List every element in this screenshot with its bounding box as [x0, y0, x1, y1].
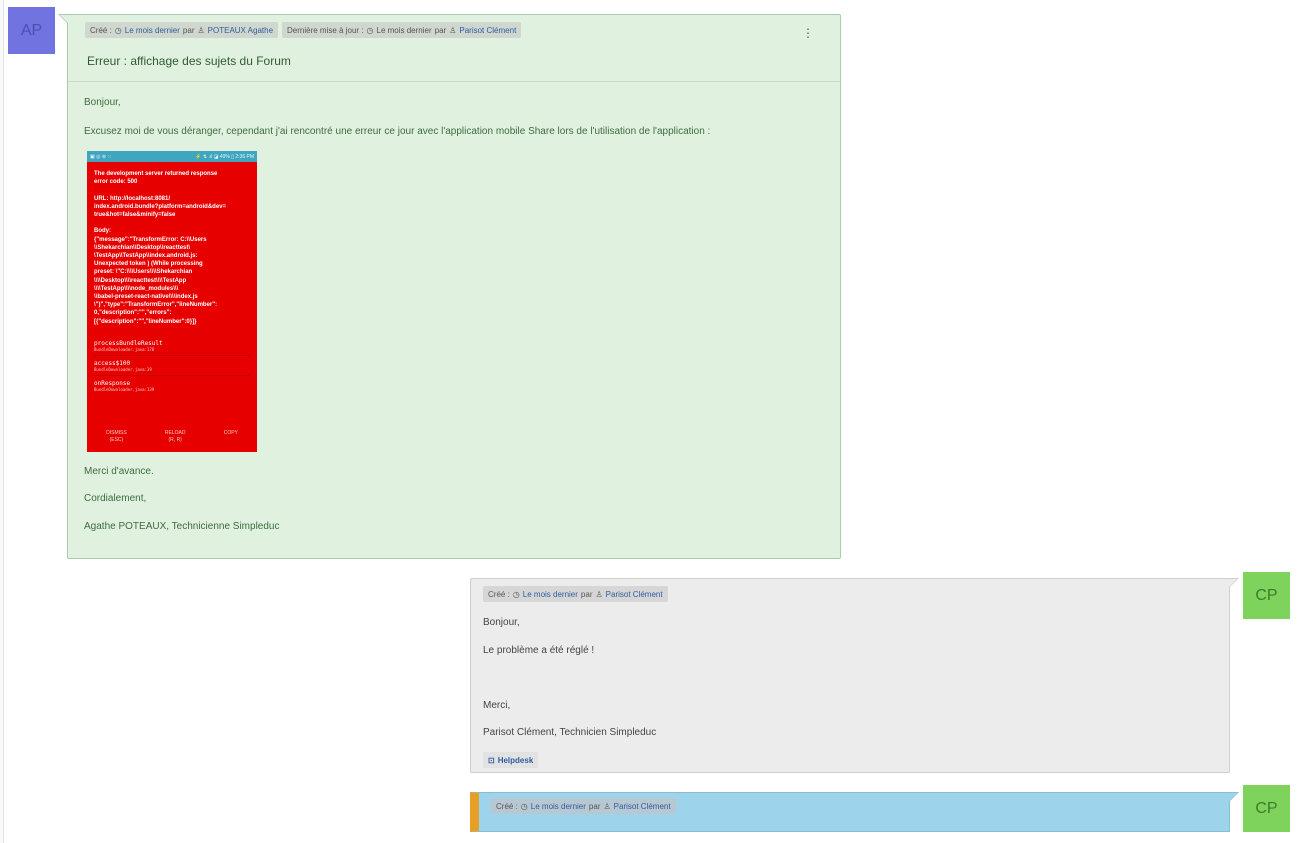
reload-label: RELOAD: [164, 430, 186, 436]
message-signature: Agathe POTEAUX, Technicienne Simpleduc: [84, 521, 280, 532]
created-label: Créé :: [496, 801, 518, 811]
stack-item: access$100 BundleDownloader.java:39: [94, 354, 250, 375]
message-followup-original: Créé : ◷ Le mois dernier par ♙ POTEAUX A…: [58, 14, 841, 559]
message-closing: Cordialement,: [84, 493, 147, 504]
stack-item: onResponse BundleDownloader.java:139: [94, 374, 250, 395]
user-icon: ♙: [603, 801, 611, 811]
created-date-link[interactable]: Le mois dernier: [531, 802, 586, 811]
bubble-tail-inner: [1229, 793, 1237, 801]
stack-location: BundleDownloader.java:39: [94, 366, 152, 372]
phone-actions: DISMISS (ESC) RELOAD (R, R) COPY: [87, 430, 257, 444]
created-date-link[interactable]: Le mois dernier: [523, 590, 578, 599]
editor-link[interactable]: Parisot Clément: [459, 26, 516, 35]
avatar-author-cp: CP: [1243, 785, 1290, 832]
created-by-prefix: par: [588, 801, 601, 811]
user-icon: ♙: [197, 25, 205, 35]
updated-date: Le mois dernier: [376, 25, 432, 35]
avatar-author-ap: AP: [8, 7, 55, 54]
updated-label: Dernière mise à jour :: [287, 25, 364, 35]
created-date-link[interactable]: Le mois dernier: [125, 26, 180, 35]
stack-function: onResponse: [94, 379, 131, 387]
created-label: Créé :: [488, 589, 510, 599]
message-meta: Créé : ◷ Le mois dernier par ♙ POTEAUX A…: [85, 22, 522, 38]
reply-greeting: Bonjour,: [483, 617, 520, 628]
reload-key: (R, R): [168, 437, 182, 443]
stack-function: processBundleResult: [94, 339, 163, 347]
message-followup-reply: Créé : ◷ Le mois dernier par ♙ Parisot C…: [470, 578, 1239, 773]
more-actions-icon[interactable]: ⋮: [802, 27, 814, 39]
updated-by-prefix: par: [434, 25, 447, 35]
left-rail: [0, 0, 4, 843]
updated-badge: Dernière mise à jour : ◷ Le mois dernier…: [282, 22, 522, 38]
clock-icon: ◷: [512, 589, 520, 599]
reply-signature: Parisot Clément, Technicien Simpleduc: [483, 727, 657, 738]
clock-icon: ◷: [366, 25, 374, 35]
message-thanks: Merci d'avance.: [84, 466, 154, 477]
reload-action: RELOAD (R, R): [165, 430, 186, 444]
message-meta: Créé : ◷ Le mois dernier par ♙ Parisot C…: [483, 586, 668, 602]
message-meta: Créé : ◷ Le mois dernier par ♙ Parisot C…: [491, 798, 676, 814]
stack-location: BundleDownloader.java:178: [94, 346, 155, 352]
stack-trace: processBundleResult BundleDownloader.jav…: [87, 336, 257, 395]
inbox-icon: ⊡: [488, 755, 495, 765]
user-icon: ♙: [595, 589, 603, 599]
author-link[interactable]: Parisot Clément: [614, 802, 671, 811]
message-greeting: Bonjour,: [84, 97, 121, 108]
source-badge-helpdesk: ⊡ Helpdesk: [483, 752, 539, 768]
author-link[interactable]: POTEAUX Agathe: [208, 26, 273, 35]
reply-line: Le problème a été réglé !: [483, 645, 595, 656]
status-icons-right: ⚡ ⇅ .ıl ◪ 49% ▯ 2:36 PM: [195, 153, 254, 160]
phone-status-bar: ▣ ◎ ⊚ ⁙ ⚡ ⇅ .ıl ◪ 49% ▯ 2:36 PM: [87, 151, 257, 162]
reply-thanks: Merci,: [483, 700, 511, 711]
dismiss-key: (ESC): [109, 437, 124, 443]
stack-function: access$100: [94, 359, 131, 367]
created-badge: Créé : ◷ Le mois dernier par ♙ POTEAUX A…: [85, 22, 279, 38]
message-followup-task: Créé : ◷ Le mois dernier par ♙ Parisot C…: [470, 792, 1239, 832]
author-link[interactable]: Parisot Clément: [606, 590, 663, 599]
title-divider: [68, 81, 840, 82]
created-label: Créé :: [90, 25, 112, 35]
dismiss-label: DISMISS: [106, 430, 127, 436]
bubble-tail-inner: [1229, 579, 1237, 587]
bubble-tail-inner: [60, 15, 68, 23]
copy-action: COPY: [224, 430, 238, 444]
error-screenshot-image[interactable]: ▣ ◎ ⊚ ⁙ ⚡ ⇅ .ıl ◪ 49% ▯ 2:36 PM The deve…: [87, 151, 257, 452]
created-by-prefix: par: [182, 25, 195, 35]
source-label: Helpdesk: [497, 755, 534, 765]
created-by-prefix: par: [580, 589, 593, 599]
status-icons-left: ▣ ◎ ⊚ ⁙: [90, 153, 112, 160]
user-icon: ♙: [449, 25, 457, 35]
ticket-title: Erreur : affichage des sujets du Forum: [87, 54, 291, 68]
stack-item: processBundleResult BundleDownloader.jav…: [94, 336, 250, 355]
avatar-author-cp: CP: [1243, 572, 1290, 619]
clock-icon: ◷: [520, 801, 528, 811]
created-badge: Créé : ◷ Le mois dernier par ♙ Parisot C…: [483, 586, 668, 602]
created-badge: Créé : ◷ Le mois dernier par ♙ Parisot C…: [491, 798, 676, 814]
error-message: The development server returned response…: [94, 171, 227, 325]
copy-label: COPY: [223, 430, 238, 436]
dismiss-action: DISMISS (ESC): [106, 430, 127, 444]
stack-location: BundleDownloader.java:139: [94, 386, 155, 392]
clock-icon: ◷: [114, 25, 122, 35]
message-paragraph: Excusez moi de vous déranger, cependant …: [84, 126, 711, 137]
